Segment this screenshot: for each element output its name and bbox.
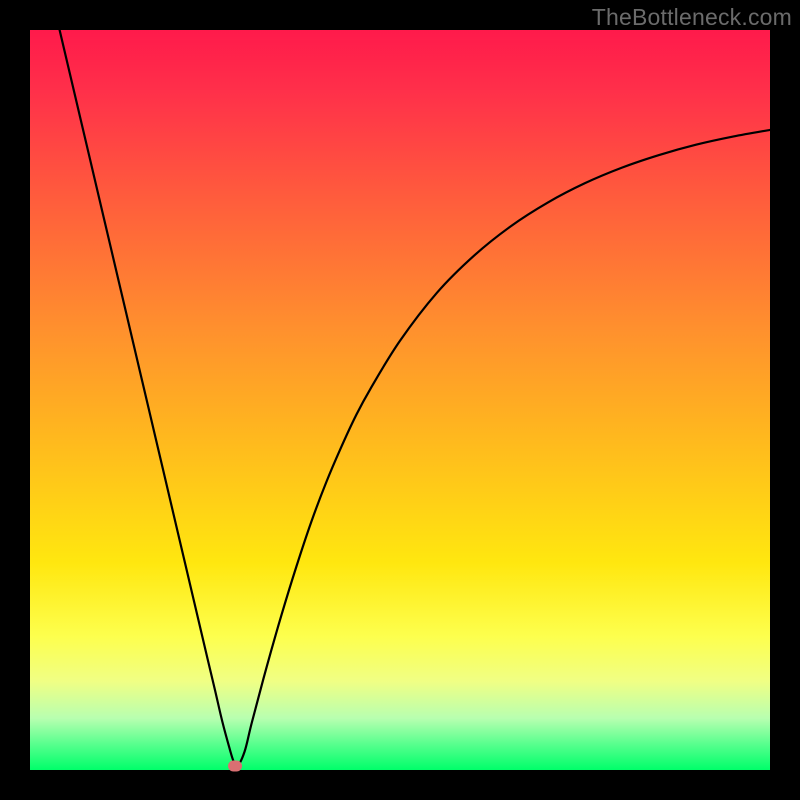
bottleneck-curve	[60, 30, 770, 767]
watermark-text: TheBottleneck.com	[592, 4, 792, 31]
chart-frame: TheBottleneck.com	[0, 0, 800, 800]
minimum-marker	[228, 760, 242, 771]
plot-area	[30, 30, 770, 770]
curve-svg	[30, 30, 770, 770]
